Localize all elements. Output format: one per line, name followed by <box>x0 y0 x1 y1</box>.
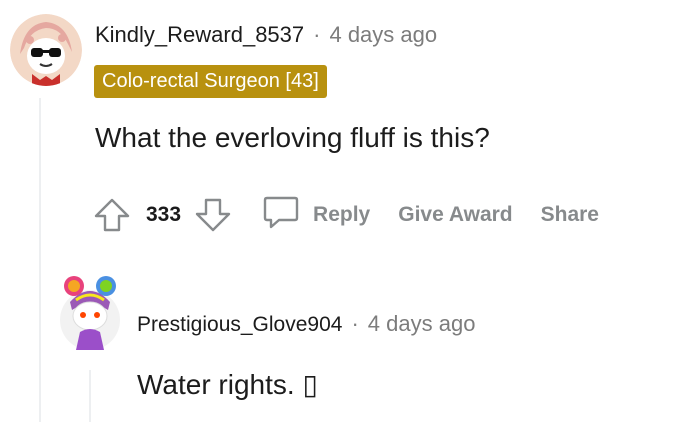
reply-username-link[interactable]: Prestigious_Glove904 <box>137 313 342 337</box>
vote-score: 333 <box>146 203 182 226</box>
give-award-button[interactable]: Give Award <box>398 203 512 227</box>
timestamp-link[interactable]: 4 days ago <box>329 22 437 48</box>
reply-thread-line[interactable] <box>89 370 91 422</box>
user-avatar[interactable] <box>10 14 82 86</box>
reply-body: Water rights. ▯ <box>137 369 318 400</box>
speech-bubble-icon <box>261 192 301 238</box>
reply-meta: Prestigious_Glove904 · 4 days ago <box>137 311 475 337</box>
comment-body: What the everloving fluff is this? <box>95 122 490 153</box>
username-link[interactable]: Kindly_Reward_8537 <box>95 22 304 48</box>
thread-line[interactable] <box>39 98 41 422</box>
avatar-image <box>10 14 82 86</box>
comment-meta: Kindly_Reward_8537 · 4 days ago <box>95 22 437 48</box>
reply-avatar-image <box>60 276 120 350</box>
arrow-up-icon[interactable] <box>90 193 134 237</box>
meta-separator: · <box>313 22 321 47</box>
arrow-down-icon[interactable] <box>191 193 235 237</box>
share-button[interactable]: Share <box>541 203 599 227</box>
reply-timestamp-link[interactable]: 4 days ago <box>368 311 476 337</box>
give-award-label: Give Award <box>398 203 513 226</box>
reply-label: Reply <box>313 203 371 226</box>
reply-user-avatar[interactable] <box>58 272 122 352</box>
reply-meta-separator: · <box>351 311 359 336</box>
share-label: Share <box>540 203 599 226</box>
reply-button[interactable]: Reply <box>261 192 370 238</box>
comment-actions: 333 Reply Give Award Share <box>90 192 599 238</box>
user-flair: Colo-rectal Surgeon [43] <box>94 65 327 98</box>
